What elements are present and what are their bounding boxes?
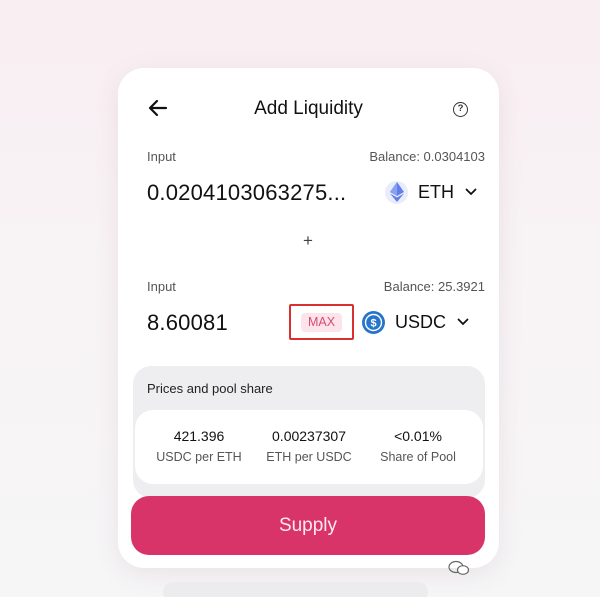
max-button[interactable]: MAX [301,313,342,332]
max-highlight-box: MAX [289,304,354,340]
input-label: Input [147,279,176,294]
stat-label: Share of Pool [380,450,456,464]
ethereum-icon [385,180,408,204]
chevron-down-icon [465,188,477,196]
balance-text: Balance: 0.0304103 [369,149,485,164]
prices-stats: 421.396 USDC per ETH 0.00237307 ETH per … [135,410,483,484]
token-name: ETH [418,181,454,202]
stat-share-of-pool: <0.01% Share of Pool [360,428,476,464]
prices-pool-share-panel: Prices and pool share 421.396 USDC per E… [133,366,485,498]
wechat-icon [448,560,470,575]
usdc-icon: $ [361,310,385,334]
token-name: USDC [394,311,446,332]
plus-icon: + [303,231,313,250]
input-label: Input [147,149,176,164]
chevron-down-icon [457,318,469,326]
supply-button[interactable]: Supply [131,496,485,555]
stat-value: 0.00237307 [272,428,346,444]
stat-eth-per-usdc: 0.00237307 ETH per USDC [251,428,367,464]
stat-label: USDC per ETH [156,450,242,464]
page-title: Add Liquidity [254,98,363,119]
svg-text:$: $ [370,317,376,329]
amount-input[interactable]: 0.0204103063275... [147,180,346,206]
stat-usdc-per-eth: 421.396 USDC per ETH [141,428,257,464]
balance-text: Balance: 25.3921 [383,279,485,294]
token-select-usdc[interactable]: $ USDC [361,308,469,336]
question-circle-icon[interactable]: ? [453,102,468,117]
stat-label: ETH per USDC [266,450,352,464]
add-liquidity-card: Add Liquidity ? Input Balance: 0.0304103… [118,68,499,568]
stat-value: <0.01% [394,428,442,444]
input-panel-eth: Input Balance: 0.0304103 0.0204103063275… [130,142,487,222]
token-select-eth[interactable]: ETH [385,178,477,206]
watermark [448,560,470,576]
amount-input[interactable]: 8.60081 [147,310,228,336]
bottom-bar [163,582,428,597]
prices-title: Prices and pool share [147,381,273,396]
stat-value: 421.396 [173,428,225,444]
header: Add Liquidity ? [118,68,499,150]
